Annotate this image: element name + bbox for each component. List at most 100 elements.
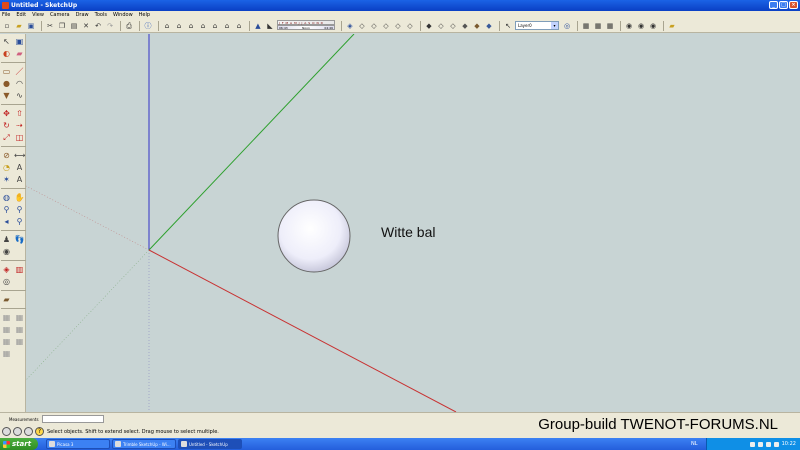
cut-icon[interactable]: ✂ xyxy=(45,21,55,31)
clock[interactable]: 10:22 xyxy=(782,441,796,447)
menu-file[interactable]: File xyxy=(2,12,10,18)
add-detail-icon[interactable]: ▦ xyxy=(14,336,25,347)
rectangle-tool-icon[interactable]: ▭ xyxy=(1,66,12,77)
look-around-icon[interactable]: ◉ xyxy=(1,246,12,257)
menu-tools[interactable]: Tools xyxy=(95,12,107,18)
drape-tool-icon[interactable]: ▦ xyxy=(1,336,12,347)
walk-tool-icon[interactable]: 👣 xyxy=(14,234,25,245)
flip-edge-icon[interactable]: ▦ xyxy=(1,348,12,359)
text-tool-icon[interactable]: A xyxy=(14,162,25,173)
tray-icon-1[interactable] xyxy=(749,441,755,447)
erase-icon[interactable]: ✕ xyxy=(81,21,91,31)
top-view-icon[interactable]: ◇ xyxy=(357,21,367,31)
offset-tool-icon[interactable]: ◫ xyxy=(14,132,25,143)
monochrome-icon[interactable]: ◆ xyxy=(484,21,494,31)
menu-draw[interactable]: Draw xyxy=(76,12,89,18)
front-view-icon[interactable]: ◇ xyxy=(369,21,379,31)
google-earth-icon[interactable]: ⌂ xyxy=(234,21,244,31)
arc-tool-icon[interactable]: ◠ xyxy=(14,78,25,89)
geo-location-icon[interactable]: ⌂ xyxy=(210,21,220,31)
toggle-terrain-icon[interactable]: ⌂ xyxy=(222,21,232,31)
dimension-tool-icon[interactable]: ⟷ xyxy=(14,150,25,161)
user-status-icon[interactable] xyxy=(24,427,33,436)
materials-icon[interactable]: ◉ xyxy=(636,21,646,31)
close-button[interactable]: × xyxy=(789,1,798,9)
left-view-icon[interactable]: ◇ xyxy=(405,21,415,31)
shadow-date-time-slider[interactable]: J F M A M J J A S O N D 06:43 Noon 04:46 xyxy=(277,20,335,31)
menu-view[interactable]: View xyxy=(32,12,44,18)
stamp-tool-icon[interactable]: ▦ xyxy=(14,324,25,335)
zoom-extents-icon[interactable]: ⚲ xyxy=(14,216,25,227)
print-icon[interactable]: ⎙ xyxy=(124,21,134,31)
sandbox-tool-icon[interactable]: ▰ xyxy=(1,294,12,305)
wireframe-icon[interactable]: ◇ xyxy=(436,21,446,31)
freehand-tool-icon[interactable]: ∿ xyxy=(14,90,25,101)
iso-view-icon[interactable]: ◈ xyxy=(345,21,355,31)
orbit-tool-icon[interactable]: ◍ xyxy=(1,192,12,203)
share-model-icon[interactable]: ⌂ xyxy=(174,21,184,31)
start-button[interactable]: start xyxy=(0,438,38,450)
section-display-icon[interactable]: ▥ xyxy=(14,264,25,275)
tape-measure-icon[interactable]: ⊘ xyxy=(1,150,12,161)
zoom-tool-icon[interactable]: ⚲ xyxy=(1,204,12,215)
move-tool-icon[interactable]: ✥ xyxy=(1,108,12,119)
geo-location-status-icon[interactable] xyxy=(2,427,11,436)
follow-me-tool-icon[interactable]: ⇢ xyxy=(14,120,25,131)
get-photo-texture-icon[interactable]: ▰ xyxy=(667,21,677,31)
tray-icon-2[interactable] xyxy=(757,441,763,447)
get-models-icon[interactable]: ⌂ xyxy=(162,21,172,31)
open-folder-icon[interactable]: ▰ xyxy=(14,21,24,31)
menu-camera[interactable]: Camera xyxy=(50,12,70,18)
back-view-icon[interactable]: ◇ xyxy=(393,21,403,31)
instructor-help-icon[interactable]: ? xyxy=(35,427,44,436)
hidden-line-icon[interactable]: ◇ xyxy=(448,21,458,31)
save-icon[interactable]: ▣ xyxy=(26,21,36,31)
section-plane-tool-icon[interactable]: ◈ xyxy=(1,264,12,275)
new-file-icon[interactable]: ▫ xyxy=(2,21,12,31)
photo-match-icon[interactable]: ◎ xyxy=(1,276,12,287)
shadow-settings-icon[interactable]: ▲ xyxy=(253,21,263,31)
eraser-icon[interactable]: ▰ xyxy=(14,48,25,59)
display-shadows-icon[interactable]: ◣ xyxy=(265,21,275,31)
components-icon[interactable]: ◉ xyxy=(624,21,634,31)
tray-icon-3[interactable] xyxy=(765,441,771,447)
display-section-planes-icon[interactable]: ▦ xyxy=(593,21,603,31)
sandbox-from-contours-icon[interactable]: ▦ xyxy=(1,312,12,323)
smoove-tool-icon[interactable]: ▦ xyxy=(1,324,12,335)
shaded-textures-icon[interactable]: ◆ xyxy=(472,21,482,31)
model-info-icon[interactable]: ⓘ xyxy=(143,21,153,31)
language-indicator[interactable]: NL xyxy=(691,441,698,447)
select-tool-icon[interactable]: ↖ xyxy=(1,36,12,47)
pan-tool-icon[interactable]: ✋ xyxy=(14,192,25,203)
scale-tool-icon[interactable]: ⤢ xyxy=(1,132,12,143)
axes-tool-icon[interactable]: ✶ xyxy=(1,174,12,185)
make-component-icon[interactable]: ▣ xyxy=(14,36,25,47)
menu-window[interactable]: Window xyxy=(113,12,133,18)
3d-text-tool-icon[interactable]: A xyxy=(14,174,25,185)
minimize-button[interactable]: _ xyxy=(769,1,778,9)
circle-tool-icon[interactable]: ● xyxy=(1,78,12,89)
shaded-icon[interactable]: ◆ xyxy=(460,21,470,31)
paste-icon[interactable]: ▤ xyxy=(69,21,79,31)
viewport-canvas[interactable] xyxy=(26,34,800,412)
credits-status-icon[interactable] xyxy=(13,427,22,436)
zoom-window-icon[interactable]: ⚲ xyxy=(14,204,25,215)
sandbox-from-scratch-icon[interactable]: ▦ xyxy=(14,312,25,323)
layer-manager-icon[interactable]: ◎ xyxy=(562,21,572,31)
copy-icon[interactable]: ❐ xyxy=(57,21,67,31)
drawing-viewport[interactable]: Witte bal xyxy=(26,34,800,412)
taskbar-item-trimble-sketchup[interactable]: Trimble SketchUp - Wi... xyxy=(112,439,176,449)
maximize-button[interactable]: □ xyxy=(779,1,788,9)
section-plane-icon[interactable]: ▦ xyxy=(581,21,591,31)
styles-icon[interactable]: ◉ xyxy=(648,21,658,31)
undo-icon[interactable]: ↶ xyxy=(93,21,103,31)
previous-view-icon[interactable]: ◂ xyxy=(1,216,12,227)
layer-dropdown[interactable]: Layer0 ▾ xyxy=(515,21,559,30)
polygon-tool-icon[interactable]: ▼ xyxy=(1,90,12,101)
position-camera-icon[interactable]: ♟ xyxy=(1,234,12,245)
paint-bucket-icon[interactable]: ◐ xyxy=(1,48,12,59)
layer-arrow-icon[interactable]: ↖ xyxy=(503,21,513,31)
rotate-tool-icon[interactable]: ↻ xyxy=(1,120,12,131)
menu-help[interactable]: Help xyxy=(139,12,150,18)
protractor-icon[interactable]: ◔ xyxy=(1,162,12,173)
